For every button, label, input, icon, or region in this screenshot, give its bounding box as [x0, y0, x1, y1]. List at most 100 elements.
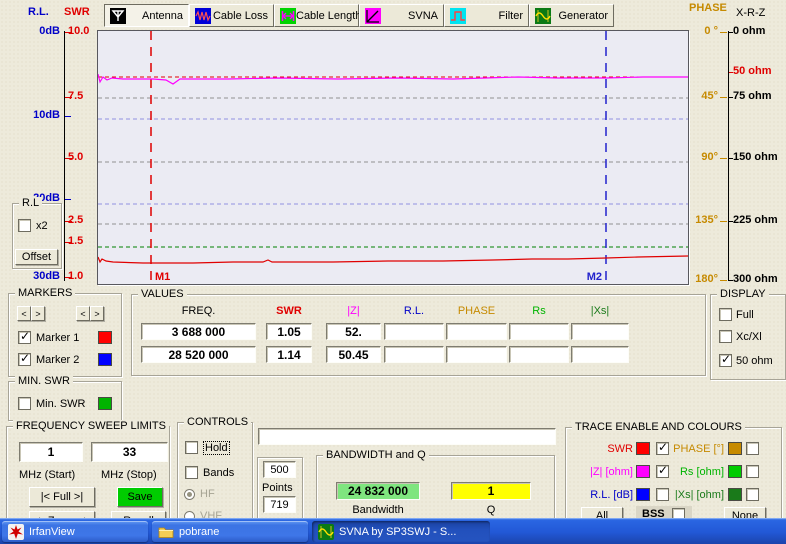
min-swr-checkbox[interactable]	[18, 397, 31, 410]
taskbar-button-pobrane[interactable]: pobrane	[152, 521, 308, 542]
axis-tick	[65, 32, 72, 33]
marker-1-label: Marker 1	[36, 332, 80, 344]
display-group-title: DISPLAY	[717, 288, 769, 300]
toolbar-button-cable-loss[interactable]: Cable Loss	[189, 4, 274, 27]
values-field-m2-z[interactable]: 50.45	[326, 346, 381, 363]
trace-swr-colour-swatch	[636, 442, 650, 455]
taskbar-button-label: SVNA by SP3SWJ - S...	[339, 525, 457, 538]
values-field-m1-xs[interactable]	[571, 323, 629, 340]
trace-rs-ohm-checkbox[interactable]	[746, 465, 759, 478]
marker1-next-button[interactable]: >	[31, 306, 45, 321]
right-axis-ohm-label: 225 ohm	[733, 214, 778, 226]
axis-tick	[729, 72, 733, 73]
toolbar: Antenna Cable Loss Cable Length SVNA Filter G…	[104, 4, 614, 27]
right-axis-ohm-label: 50 ohm	[733, 65, 772, 77]
axis-tick	[729, 158, 733, 159]
marker-2-colour-swatch	[98, 353, 112, 366]
svna-app-icon	[318, 523, 334, 540]
axis-tick	[729, 32, 733, 33]
trace-xs-ohm-checkbox[interactable]	[746, 488, 759, 501]
q-field[interactable]: 1	[451, 482, 531, 500]
trace-r-l-db-colour-swatch	[636, 488, 650, 501]
toolbar-button-filter[interactable]: Filter	[444, 4, 529, 27]
marker2-prev-button[interactable]: <	[76, 306, 90, 321]
trace-rs-ohm-colour-swatch	[728, 465, 742, 478]
values-field-m2-phase[interactable]	[446, 346, 507, 363]
text-input[interactable]	[258, 428, 556, 445]
points-top-field[interactable]: 500	[263, 461, 296, 478]
marker1-prev-button[interactable]: <	[17, 306, 31, 321]
axis-tick	[65, 116, 71, 117]
values-field-m2-rs[interactable]	[509, 346, 569, 363]
hf-label: HF	[200, 488, 215, 500]
hold-label: Hold	[203, 441, 230, 455]
toolbar-button-cable-length[interactable]: Cable Length	[274, 4, 361, 27]
taskbar-button-irfanview[interactable]: IrfanView	[2, 521, 148, 542]
hold-checkbox[interactable]	[185, 441, 198, 454]
display-xc-xl-label: Xc/Xl	[736, 331, 762, 343]
values-header-phase: PHASE	[457, 305, 496, 317]
chart-plot-area[interactable]: M1 M2	[97, 30, 689, 285]
display-group: DISPLAY Full Xc/Xl ✓ 50 ohm	[710, 288, 786, 380]
trace-r-l-db-label: R.L. [dB]	[590, 489, 633, 501]
marker-1-checkbox[interactable]: ✓	[18, 329, 31, 344]
right-axis-line	[728, 31, 729, 281]
points-bottom-field[interactable]: 719	[263, 496, 296, 513]
right-axis-phase-label: 135°	[695, 214, 718, 226]
checkmark-icon: ✓	[20, 351, 31, 365]
hf-radio[interactable]	[184, 489, 195, 500]
svg-text:M1: M1	[155, 271, 170, 283]
marker2-next-button[interactable]: >	[90, 306, 104, 321]
taskbar-button-svna-by-sp3swj-s[interactable]: SVNA by SP3SWJ - S...	[312, 521, 490, 542]
points-label: Points	[262, 482, 293, 494]
min-swr-label: Min. SWR	[36, 398, 86, 410]
trace-phase-checkbox[interactable]	[746, 442, 759, 455]
toolbar-button-generator[interactable]: Generator	[529, 4, 614, 27]
values-field-m2-freq[interactable]: 28 520 000	[141, 346, 256, 363]
axis-tick	[720, 280, 727, 281]
rl-offset-group: R.L x2 Offset	[12, 197, 62, 269]
toolbar-button-label: Generator	[558, 9, 608, 22]
full-span-button[interactable]: |< Full >|	[29, 487, 95, 507]
folder-icon	[158, 524, 174, 540]
values-group: VALUES FREQ. SWR |Z| R.L. PHASE Rs |Xs| 3 688 0…	[131, 288, 706, 376]
display-full-checkbox[interactable]	[719, 308, 732, 321]
cable-length-icon	[280, 7, 296, 24]
values-field-m1-r-l[interactable]	[384, 323, 444, 340]
markers-group-title: MARKERS	[15, 287, 76, 299]
axis-tick	[729, 280, 733, 281]
values-field-m2-swr[interactable]: 1.14	[266, 346, 312, 363]
values-field-m1-rs[interactable]	[509, 323, 569, 340]
values-field-m1-phase[interactable]	[446, 323, 507, 340]
values-header-xs: |Xs|	[590, 305, 610, 317]
marker-2-label: Marker 2	[36, 354, 80, 366]
start-freq-field[interactable]: 1	[19, 442, 83, 462]
svna-app-window: R.L. SWR PHASE X-R-Z Antenna Cable Loss Ca…	[0, 0, 786, 544]
min-swr-colour-swatch	[98, 397, 112, 410]
marker-2-checkbox[interactable]: ✓	[18, 351, 31, 366]
bands-checkbox[interactable]	[185, 466, 198, 479]
trace-z-ohm-colour-swatch	[636, 465, 650, 478]
display-xc-xl-checkbox[interactable]	[719, 330, 732, 343]
values-field-m1-swr[interactable]: 1.05	[266, 323, 312, 340]
trace-phase-label: PHASE [°]	[673, 443, 724, 455]
axis-tick	[65, 199, 71, 200]
min-swr-group-title: MIN. SWR	[15, 375, 73, 387]
sweep-chart: M1 M2	[97, 31, 689, 284]
values-header-rs: Rs	[532, 305, 546, 317]
save-button[interactable]: Save	[117, 487, 163, 507]
stop-freq-label: MHz (Stop)	[101, 469, 157, 481]
x2-checkbox[interactable]	[18, 219, 31, 232]
left-axis-db-label: 30dB	[33, 270, 60, 282]
bandwidth-field[interactable]: 24 832 000	[336, 482, 420, 500]
stop-freq-field[interactable]: 33	[91, 442, 168, 462]
values-field-m2-r-l[interactable]	[384, 346, 444, 363]
values-field-m2-xs[interactable]	[571, 346, 629, 363]
values-field-m1-z[interactable]: 52.	[326, 323, 381, 340]
toolbar-button-svna[interactable]: SVNA	[359, 4, 444, 27]
values-field-m1-freq[interactable]: 3 688 000	[141, 323, 256, 340]
display-50-ohm-checkbox[interactable]: ✓	[719, 352, 732, 367]
left-axis-line	[64, 31, 65, 281]
toolbar-button-antenna[interactable]: Antenna	[104, 4, 189, 27]
offset-button[interactable]: Offset	[15, 249, 58, 265]
